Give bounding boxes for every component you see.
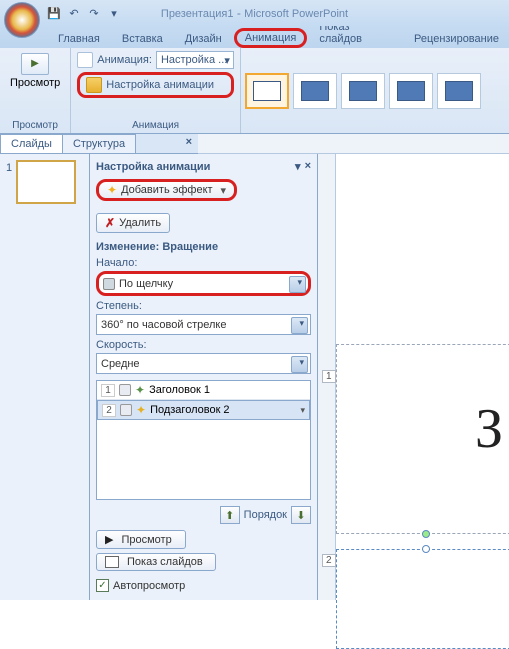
slide-canvas[interactable]: 1 З 2 (336, 154, 509, 600)
pane-dropdown-icon[interactable]: ▾ (295, 160, 301, 173)
tab-animation[interactable]: Анимация (234, 28, 308, 48)
tab-review[interactable]: Рецензирование (404, 30, 509, 48)
preview-button[interactable]: Просмотр (6, 51, 64, 91)
degree-combo[interactable]: 360° по часовой стрелке (96, 314, 311, 335)
subtitle-placeholder[interactable] (336, 549, 509, 649)
tab-design[interactable]: Дизайн (175, 30, 232, 48)
document-name: Презентация1 (161, 8, 234, 20)
save-icon[interactable]: 💾 (45, 4, 63, 22)
start-value: По щелчку (119, 278, 173, 290)
slide-thumbnail[interactable]: 1 (6, 160, 83, 204)
autopreview-checkbox[interactable]: ✓ Автопросмотр (96, 579, 311, 592)
side-tabs-close[interactable]: × (180, 134, 198, 153)
ribbon-group-preview: Просмотр Просмотр (0, 48, 71, 133)
side-tabs: Слайды Структура × (0, 134, 198, 154)
autopreview-label: Автопросмотр (113, 580, 185, 592)
pane-title: Настройка анимации (96, 161, 210, 173)
speed-label: Скорость: (96, 339, 311, 351)
play-icon (105, 533, 117, 546)
ribbon: Просмотр Просмотр Анимация: Настройка ..… (0, 48, 509, 134)
animation-combo[interactable]: Настройка ... (156, 51, 234, 69)
side-tab-outline[interactable]: Структура (62, 134, 136, 153)
order-down-button[interactable]: ⬇ (291, 506, 311, 524)
play-button[interactable]: Просмотр (96, 530, 186, 549)
transition-item[interactable] (437, 73, 481, 109)
checkbox-icon: ✓ (96, 579, 109, 592)
effect-name: Подзаголовок 2 (150, 404, 230, 416)
undo-icon[interactable]: ↶ (65, 4, 83, 22)
order-up-button[interactable]: ⬆ (220, 506, 240, 524)
resize-handle[interactable] (422, 545, 430, 553)
effect-row[interactable]: 2 ✦ Подзаголовок 2 (97, 400, 310, 420)
play-label: Просмотр (121, 534, 171, 546)
custom-animation-button[interactable]: Настройка анимации (77, 72, 234, 98)
change-section-title: Изменение: Вращение (96, 241, 311, 253)
placeholder-label-2: 2 (322, 554, 336, 567)
effect-star-icon: ✦ (135, 383, 145, 397)
effect-name: Заголовок 1 (149, 384, 210, 396)
window-title: Презентация1 - Microsoft PowerPoint (161, 6, 348, 20)
start-label: Начало: (96, 257, 311, 269)
transition-item[interactable] (389, 73, 433, 109)
slideshow-label: Показ слайдов (127, 556, 203, 568)
speed-value: Средне (101, 358, 140, 370)
transition-none[interactable] (245, 73, 289, 109)
degree-value: 360° по часовой стрелке (101, 319, 226, 331)
effects-list: 1 ✦ Заголовок 1 2 ✦ Подзаголовок 2 (96, 380, 311, 500)
transition-item[interactable] (293, 73, 337, 109)
animation-icon (77, 52, 93, 68)
redo-icon[interactable]: ↷ (85, 4, 103, 22)
start-combo[interactable]: По щелчку (96, 271, 311, 296)
group-label-animation: Анимация (77, 120, 234, 131)
tab-home[interactable]: Главная (48, 30, 110, 48)
tab-insert[interactable]: Вставка (112, 30, 173, 48)
remove-button[interactable]: ✗ Удалить (96, 213, 170, 233)
order-controls: ⬆ Порядок ⬇ (96, 506, 311, 524)
preview-icon (21, 53, 49, 75)
transition-item[interactable] (341, 73, 385, 109)
ribbon-tabs: Главная Вставка Дизайн Анимация Показ сл… (0, 26, 509, 48)
title-text: З (475, 397, 503, 461)
mouse-icon (120, 404, 132, 416)
pane-close-icon[interactable]: × (305, 160, 311, 173)
effect-number: 1 (101, 384, 115, 397)
thumbnail-image (16, 160, 76, 204)
pane-title-row: Настройка анимации ▾ × (96, 158, 311, 179)
office-button[interactable] (4, 2, 40, 38)
degree-label: Степень: (96, 300, 311, 312)
title-bar: 💾 ↶ ↷ ▾ Презентация1 - Microsoft PowerPo… (0, 0, 509, 26)
ribbon-group-animation: Анимация: Настройка ... Настройка анимац… (71, 48, 241, 133)
animation-label: Анимация: (97, 54, 152, 66)
ruler-horizontal (198, 134, 509, 154)
effect-row[interactable]: 1 ✦ Заголовок 1 (97, 381, 310, 400)
quick-access-toolbar: 💾 ↶ ↷ ▾ (45, 4, 123, 22)
star-icon: ✦ (107, 183, 117, 197)
custom-animation-pane: Настройка анимации ▾ × ✦ Добавить эффект… (90, 154, 318, 600)
custom-animation-label: Настройка анимации (106, 79, 214, 91)
transitions-gallery[interactable] (241, 48, 485, 133)
mouse-icon (119, 384, 131, 396)
slideshow-button[interactable]: Показ слайдов (96, 553, 216, 571)
add-effect-label: Добавить эффект (121, 184, 212, 196)
effect-number: 2 (102, 404, 116, 417)
qat-dropdown-icon[interactable]: ▾ (105, 4, 123, 22)
add-effect-button[interactable]: ✦ Добавить эффект (96, 179, 237, 201)
placeholder-label-1: 1 (322, 370, 336, 383)
effect-star-icon: ✦ (136, 403, 146, 417)
title-placeholder[interactable]: З (336, 344, 509, 534)
mouse-icon (103, 278, 115, 290)
preview-label: Просмотр (10, 77, 60, 89)
app-name: Microsoft PowerPoint (244, 8, 348, 20)
side-tab-slides[interactable]: Слайды (0, 134, 63, 153)
remove-label: Удалить (119, 217, 161, 229)
remove-icon: ✗ (105, 216, 115, 230)
order-label: Порядок (244, 509, 287, 521)
custom-animation-icon (86, 77, 102, 93)
speed-combo[interactable]: Средне (96, 353, 311, 374)
slide-number: 1 (6, 162, 12, 204)
slideshow-icon (105, 556, 119, 568)
slide-thumbnails-panel: 1 (0, 154, 90, 600)
group-label-preview: Просмотр (6, 120, 64, 131)
rotate-handle[interactable] (422, 530, 430, 538)
